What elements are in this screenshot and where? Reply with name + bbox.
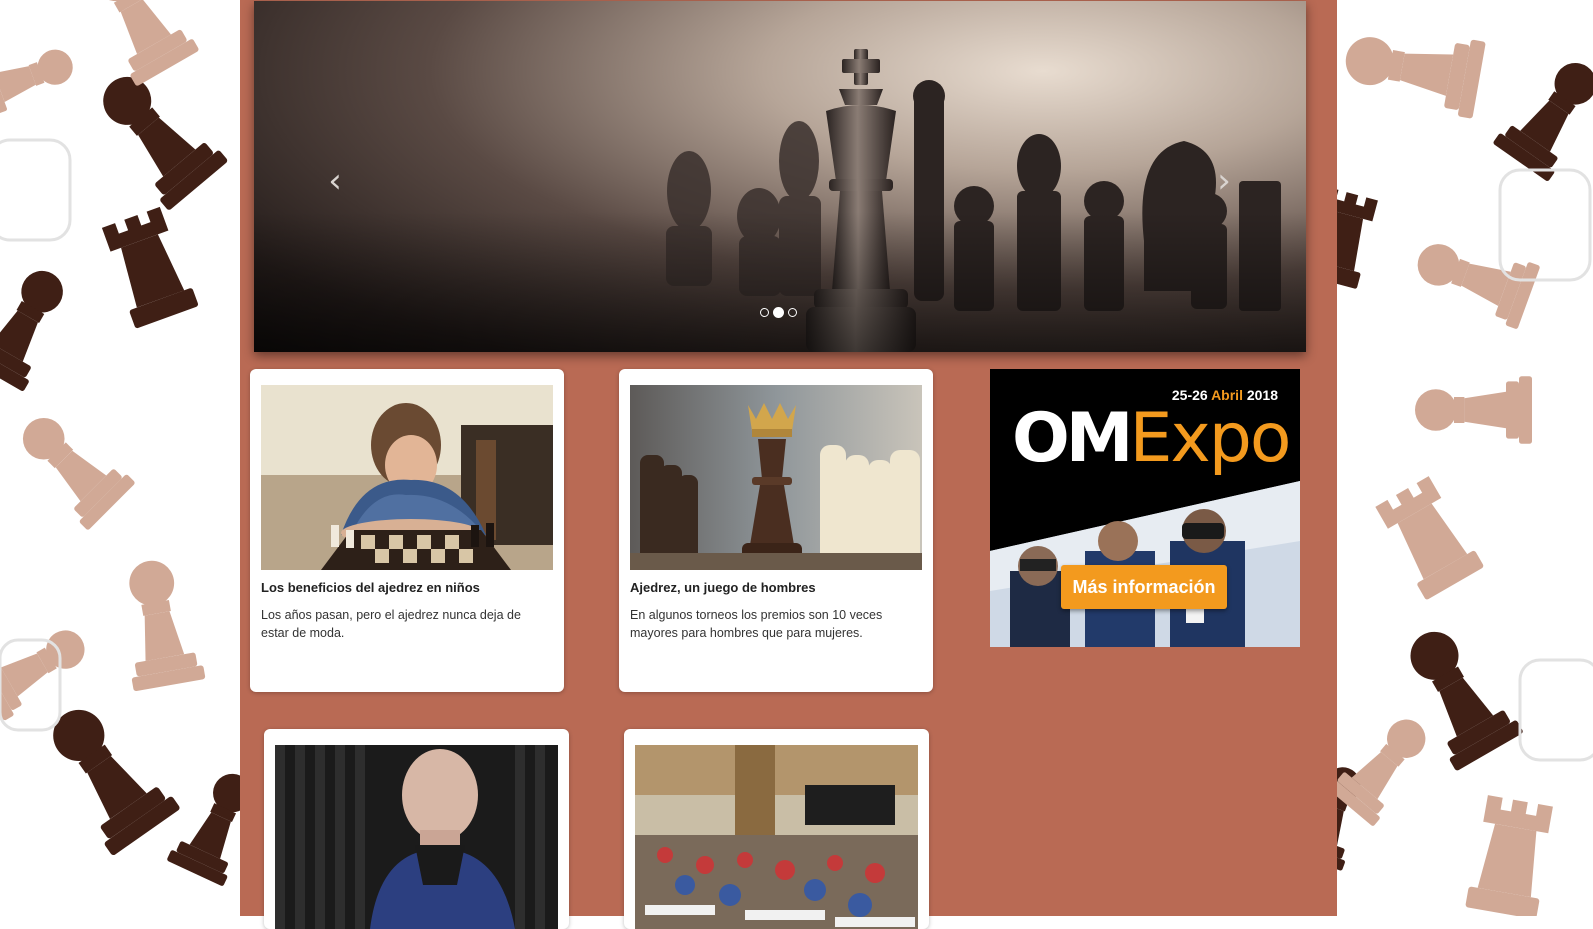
crowned-chess-king-photo	[630, 385, 922, 570]
omexpo-ad-banner[interactable]: 25-26 Abril 2018 OMExpo Más información	[990, 369, 1300, 647]
article-excerpt: Los años pasan, pero el ajedrez nunca de…	[261, 608, 521, 640]
article-card[interactable]: Ajedrez, un juego de hombres En algunos …	[619, 369, 933, 692]
article-card[interactable]	[624, 729, 929, 929]
article-excerpt: En algunos torneos los premios son 10 ve…	[630, 608, 883, 640]
main-content-column: ‹ › Los beneficios del ajedrez en niños …	[240, 0, 1337, 929]
carousel-dot-2[interactable]	[773, 307, 784, 318]
kids-chess-tournament-photo	[635, 745, 918, 929]
article-card[interactable]	[264, 729, 569, 929]
mas-informacion-button[interactable]: Más información	[1061, 565, 1227, 609]
carousel-dot-1[interactable]	[760, 308, 769, 317]
bald-man-portrait-photo	[275, 745, 558, 929]
article-card[interactable]: Los beneficios del ajedrez en niños Los …	[250, 369, 564, 692]
article-title[interactable]: Los beneficios del ajedrez en niños	[261, 580, 551, 595]
hero-carousel[interactable]: ‹ ›	[254, 1, 1306, 352]
omexpo-logo: OMExpo	[1012, 399, 1291, 478]
chevron-right-icon: ›	[1217, 161, 1231, 201]
carousel-prev-button[interactable]: ‹	[320, 161, 350, 201]
carousel-next-button[interactable]: ›	[1209, 161, 1239, 201]
carousel-dot-3[interactable]	[788, 308, 797, 317]
chess-pieces-slide-image	[254, 1, 1306, 352]
chevron-left-icon: ‹	[328, 161, 342, 201]
carousel-indicators	[760, 307, 797, 318]
vr-people-photo	[990, 481, 1300, 647]
boy-playing-chess-photo	[261, 385, 553, 570]
article-title[interactable]: Ajedrez, un juego de hombres	[630, 580, 920, 595]
